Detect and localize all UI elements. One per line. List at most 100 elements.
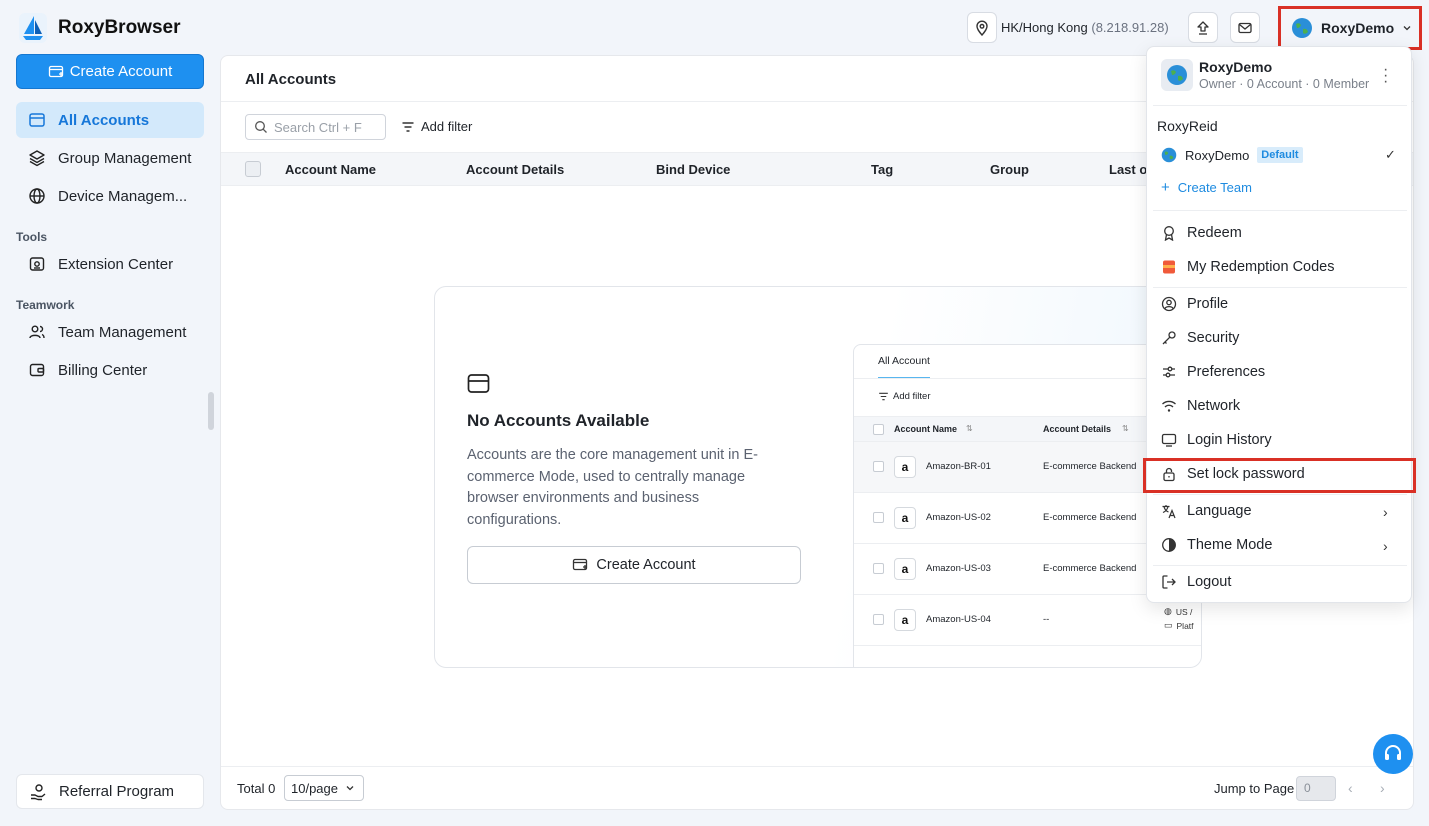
sidebar-item-billing-center[interactable]: Billing Center bbox=[16, 352, 204, 388]
page-size-value: 10/page bbox=[291, 780, 338, 796]
more-vertical-icon[interactable]: · · · bbox=[1383, 62, 1388, 90]
map-pin-icon bbox=[976, 20, 988, 36]
page-title: All Accounts bbox=[245, 71, 337, 88]
user-dropdown-menu: RoxyDemo Owner · 0 Account · 0 Member · ·… bbox=[1146, 46, 1412, 603]
amazon-logo-icon: a bbox=[894, 609, 916, 631]
create-team-button[interactable]: + Create Team bbox=[1161, 179, 1252, 196]
jump-to-page-label: Jump to Page bbox=[1214, 781, 1295, 796]
layers-icon bbox=[29, 150, 45, 167]
preview-checkbox bbox=[873, 563, 884, 574]
sidebar-item-label: Billing Center bbox=[58, 361, 148, 379]
team-name: RoxyDemo bbox=[1185, 147, 1250, 163]
sort-icon: ⇅ bbox=[966, 424, 973, 433]
card-icon bbox=[29, 113, 45, 127]
preview-details: E-commerce Backend bbox=[1043, 512, 1137, 523]
preview-name: Amazon-US-02 bbox=[926, 512, 991, 523]
preview-checkbox bbox=[873, 424, 884, 435]
jump-to-page-input[interactable]: 0 bbox=[1296, 776, 1336, 801]
menu-item-redemption-codes[interactable]: My Redemption Codes bbox=[1161, 259, 1335, 275]
menu-item-network[interactable]: Network bbox=[1161, 398, 1240, 414]
gift-hand-icon bbox=[31, 783, 46, 800]
chevron-right-icon: › bbox=[1383, 538, 1388, 554]
divider bbox=[1153, 565, 1407, 566]
menu-item-preferences[interactable]: Preferences bbox=[1161, 364, 1265, 380]
preview-checkbox bbox=[873, 614, 884, 625]
mail-icon bbox=[1238, 22, 1252, 33]
upload-icon bbox=[1197, 20, 1209, 35]
next-page-icon[interactable]: › bbox=[1380, 780, 1385, 796]
globe-avatar-icon bbox=[1292, 18, 1312, 38]
sidebar-item-group-management[interactable]: Group Management bbox=[16, 140, 204, 176]
card-icon bbox=[467, 374, 490, 393]
sidebar-item-all-accounts[interactable]: All Accounts bbox=[16, 102, 204, 138]
add-filter-button[interactable]: Add filter bbox=[401, 119, 472, 134]
wallet-icon bbox=[29, 363, 45, 377]
prev-page-icon[interactable]: ‹ bbox=[1348, 780, 1353, 796]
mail-button[interactable] bbox=[1230, 12, 1260, 43]
monitor-icon bbox=[1161, 433, 1177, 447]
wifi-icon bbox=[1162, 400, 1176, 412]
half-moon-icon bbox=[1162, 538, 1176, 552]
chevron-right-icon: › bbox=[1383, 504, 1388, 520]
award-icon bbox=[1164, 226, 1174, 241]
select-all-checkbox[interactable] bbox=[245, 161, 261, 177]
amazon-logo-icon: a bbox=[894, 456, 916, 478]
sidebar-item-device-management[interactable]: Device Managem... bbox=[16, 178, 204, 214]
column-header[interactable]: Tag bbox=[871, 162, 893, 177]
menu-item-logout[interactable]: Logout bbox=[1161, 574, 1231, 590]
support-button[interactable] bbox=[1373, 734, 1413, 774]
referral-program-button[interactable]: Referral Program bbox=[16, 774, 204, 809]
preview-row: a Amazon-US-04 -- ◍ US / ▭ Platf bbox=[854, 595, 1201, 646]
menu-item-language[interactable]: Language bbox=[1161, 503, 1252, 519]
preview-name: Amazon-BR-01 bbox=[926, 461, 991, 472]
column-header[interactable]: Group bbox=[990, 162, 1029, 177]
amazon-logo-icon: a bbox=[894, 507, 916, 529]
sidebar-scrollbar[interactable] bbox=[208, 392, 214, 430]
menu-item-profile[interactable]: Profile bbox=[1161, 296, 1228, 312]
menu-item-login-history[interactable]: Login History bbox=[1161, 432, 1272, 448]
sidebar-item-team-management[interactable]: Team Management bbox=[16, 314, 204, 350]
menu-item-label: Redeem bbox=[1187, 225, 1242, 241]
preview-platform-text: Platf bbox=[1176, 620, 1194, 631]
team-item[interactable]: RoxyDemo Default bbox=[1161, 147, 1303, 163]
puzzle-icon bbox=[29, 257, 45, 271]
column-header[interactable]: Account Details bbox=[466, 162, 564, 177]
headset-icon bbox=[1385, 745, 1401, 760]
create-card-icon bbox=[573, 558, 588, 571]
menu-item-redeem[interactable]: Redeem bbox=[1161, 225, 1242, 241]
preview-checkbox bbox=[873, 461, 884, 472]
location-button[interactable] bbox=[967, 12, 997, 43]
menu-item-label: My Redemption Codes bbox=[1187, 259, 1335, 275]
users-icon bbox=[29, 325, 45, 339]
menu-item-label: Security bbox=[1187, 330, 1240, 346]
create-account-button[interactable]: Create Account bbox=[467, 546, 801, 584]
page-size-select[interactable]: 10/page bbox=[284, 775, 364, 801]
preview-column-header: Account Details bbox=[1043, 424, 1112, 434]
sidebar-item-label: Team Management bbox=[58, 323, 187, 341]
preview-filter-label: Add filter bbox=[893, 391, 931, 402]
user-circle-icon bbox=[1161, 296, 1177, 312]
location-label: HK/Hong Kong (8.218.91.28) bbox=[1001, 20, 1169, 35]
upload-button[interactable] bbox=[1188, 12, 1218, 43]
search-icon bbox=[255, 121, 267, 133]
menu-item-label: Logout bbox=[1187, 574, 1232, 590]
avatar bbox=[1161, 59, 1193, 91]
menu-item-label: Preferences bbox=[1187, 364, 1266, 380]
create-account-button[interactable]: Create Account bbox=[16, 54, 204, 89]
sidebar: Create Account All Accounts Group Manage… bbox=[0, 54, 220, 826]
search-input[interactable]: Search Ctrl + F bbox=[245, 114, 386, 140]
column-header[interactable]: Last o bbox=[1109, 162, 1147, 177]
sidebar-item-label: All Accounts bbox=[58, 111, 150, 129]
sidebar-item-extension-center[interactable]: Extension Center bbox=[16, 246, 204, 282]
column-header[interactable]: Account Name bbox=[285, 162, 376, 177]
menu-item-security[interactable]: Security bbox=[1161, 330, 1239, 346]
preview-column-header: Account Name bbox=[894, 424, 958, 434]
divider bbox=[1153, 494, 1407, 495]
user-menu-button[interactable]: RoxyDemo bbox=[1278, 6, 1422, 50]
key-icon bbox=[1162, 331, 1176, 345]
app-title: RoxyBrowser bbox=[58, 17, 181, 38]
divider bbox=[221, 766, 1413, 767]
menu-item-theme-mode[interactable]: Theme Mode bbox=[1161, 537, 1272, 553]
create-card-icon bbox=[48, 65, 63, 77]
column-header[interactable]: Bind Device bbox=[656, 162, 730, 177]
